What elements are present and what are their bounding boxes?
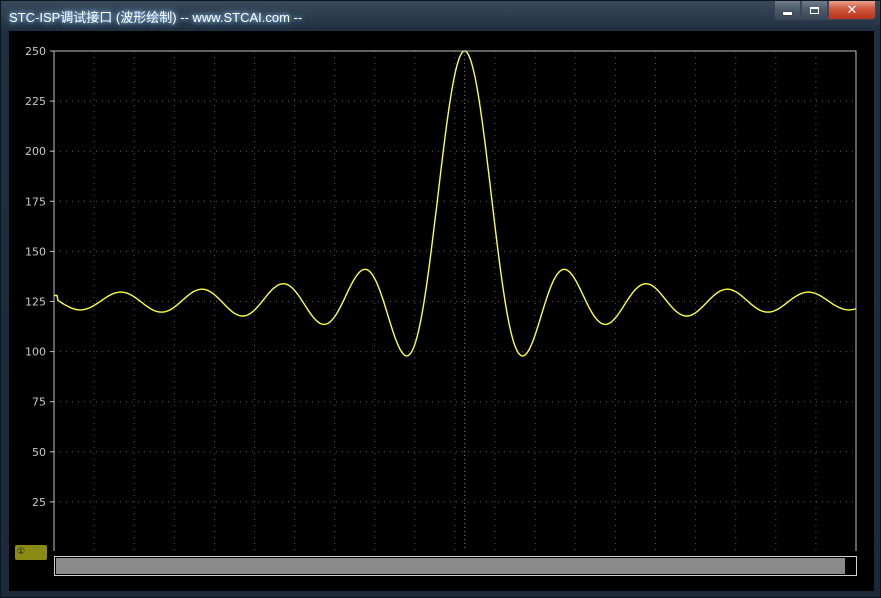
scroll-thumb[interactable] [56, 558, 845, 574]
waveform-area: 0255075100125150175200225250 ① [9, 31, 874, 591]
maximize-button[interactable] [801, 1, 828, 20]
app-window: STC-ISP调试接口 (波形绘制) -- www.STCAI.com -- ✕… [0, 0, 881, 598]
y-tick-label: 50 [32, 446, 46, 459]
y-tick-label: 25 [32, 496, 46, 509]
title-bar[interactable]: STC-ISP调试接口 (波形绘制) -- www.STCAI.com -- ✕ [1, 1, 881, 29]
y-tick-label: 150 [25, 245, 46, 258]
minimize-icon [783, 11, 792, 15]
y-tick-label: 100 [25, 346, 46, 359]
y-tick-label: 225 [25, 95, 46, 108]
caption-buttons: ✕ [774, 1, 876, 21]
y-tick-label: 75 [32, 396, 46, 409]
waveform-chart: 0255075100125150175200225250 [25, 45, 857, 551]
close-icon: ✕ [846, 2, 858, 18]
window-title: STC-ISP调试接口 (波形绘制) -- www.STCAI.com -- [9, 10, 303, 25]
channel-badge: ① [15, 545, 47, 560]
chart-grid [54, 50, 856, 551]
maximize-icon [810, 6, 819, 14]
close-button[interactable]: ✕ [828, 1, 876, 20]
trace-layer [54, 50, 857, 357]
y-tick-label: 175 [25, 195, 46, 208]
minimize-button[interactable] [774, 1, 801, 20]
y-tick-label: 250 [25, 45, 46, 58]
y-tick-label: 200 [25, 145, 46, 158]
y-axis: 0255075100125150175200225250 [25, 45, 54, 551]
horizontal-scrollbar[interactable] [54, 556, 857, 576]
y-tick-label: 125 [25, 296, 46, 309]
waveform-trace [54, 50, 857, 357]
